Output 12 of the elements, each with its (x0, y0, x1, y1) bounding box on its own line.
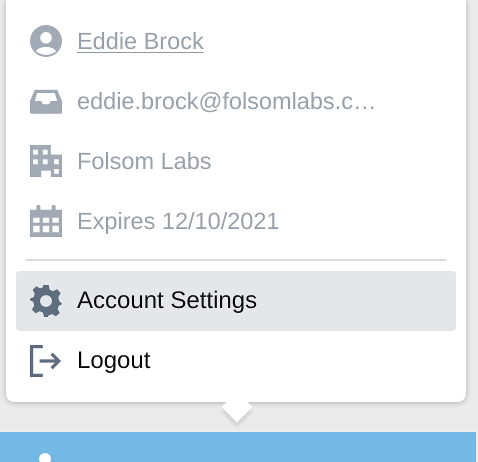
menu-item[interactable]: Account Settings (16, 271, 456, 331)
menu-item[interactable]: Logout (16, 331, 456, 391)
profile-info-text: eddie.brock@folsomlabs.c… (77, 88, 376, 114)
logout-icon (30, 345, 62, 377)
profile-info-text: Folsom Labs (77, 148, 212, 174)
settings-icon (30, 285, 62, 317)
person-icon (38, 452, 52, 462)
user-bar[interactable] (0, 432, 476, 462)
user-icon (30, 25, 62, 57)
calendar-icon (30, 205, 62, 237)
building-icon (30, 145, 62, 177)
profile-info-text: Expires 12/10/2021 (77, 208, 280, 234)
